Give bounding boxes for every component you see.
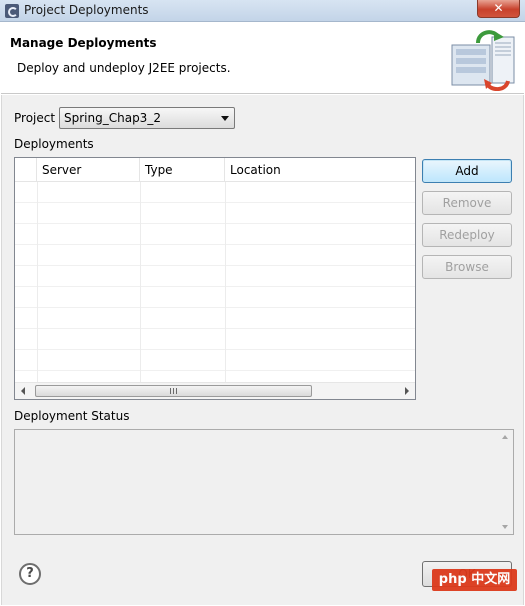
project-select[interactable]: Spring_Chap3_2 bbox=[59, 107, 235, 129]
table-row[interactable] bbox=[15, 266, 415, 287]
column-header-location[interactable]: Location bbox=[225, 158, 415, 182]
scrollbar-thumb[interactable] bbox=[35, 385, 312, 397]
banner-description: Deploy and undeploy J2EE projects. bbox=[17, 61, 231, 75]
project-select-value: Spring_Chap3_2 bbox=[64, 111, 161, 125]
deployment-status-text[interactable] bbox=[14, 429, 514, 535]
grip-icon bbox=[170, 388, 178, 394]
chevron-down-icon bbox=[221, 116, 229, 121]
scroll-left-icon[interactable] bbox=[21, 387, 25, 395]
column-header-type[interactable]: Type bbox=[140, 158, 225, 182]
window-title: Project Deployments bbox=[24, 3, 149, 17]
dialog-banner: Manage Deployments Deploy and undeploy J… bbox=[1, 23, 524, 94]
table-row[interactable] bbox=[15, 308, 415, 329]
project-label: Project bbox=[14, 111, 56, 125]
deployments-table[interactable]: Server Type Location bbox=[14, 157, 416, 400]
deployments-label: Deployments bbox=[14, 137, 94, 151]
dialog-content: Project Spring_Chap3_2 Deployments Serve… bbox=[1, 95, 524, 605]
column-header-server[interactable]: Server bbox=[37, 158, 140, 182]
column-divider bbox=[140, 182, 141, 382]
help-icon[interactable]: ? bbox=[19, 563, 41, 585]
table-row[interactable] bbox=[15, 224, 415, 245]
vertical-scrollbar[interactable] bbox=[497, 430, 513, 534]
deploy-server-icon bbox=[451, 30, 515, 91]
table-row[interactable] bbox=[15, 245, 415, 266]
column-divider bbox=[225, 182, 226, 382]
scroll-down-icon[interactable] bbox=[502, 525, 508, 529]
add-button[interactable]: Add bbox=[422, 159, 512, 183]
title-bar: Project Deployments ✕ bbox=[0, 0, 525, 22]
remove-button[interactable]: Remove bbox=[422, 191, 512, 215]
scroll-right-icon[interactable] bbox=[405, 387, 409, 395]
site-watermark: php 中文网 bbox=[432, 569, 517, 591]
table-row[interactable] bbox=[15, 350, 415, 371]
close-window-button[interactable]: ✕ bbox=[477, 0, 520, 18]
scroll-up-icon[interactable] bbox=[502, 435, 508, 439]
table-row[interactable] bbox=[15, 182, 415, 203]
table-header-spacer bbox=[15, 158, 37, 182]
table-row[interactable] bbox=[15, 329, 415, 350]
eclipse-app-icon bbox=[5, 4, 19, 18]
column-divider bbox=[37, 182, 38, 382]
table-row[interactable] bbox=[15, 287, 415, 308]
horizontal-scrollbar[interactable] bbox=[15, 382, 415, 399]
table-header: Server Type Location bbox=[15, 158, 415, 182]
table-row[interactable] bbox=[15, 203, 415, 224]
deployment-status-label: Deployment Status bbox=[14, 409, 130, 423]
redeploy-button[interactable]: Redeploy bbox=[422, 223, 512, 247]
table-rows bbox=[15, 182, 415, 382]
browse-button[interactable]: Browse bbox=[422, 255, 512, 279]
banner-title: Manage Deployments bbox=[10, 36, 157, 50]
